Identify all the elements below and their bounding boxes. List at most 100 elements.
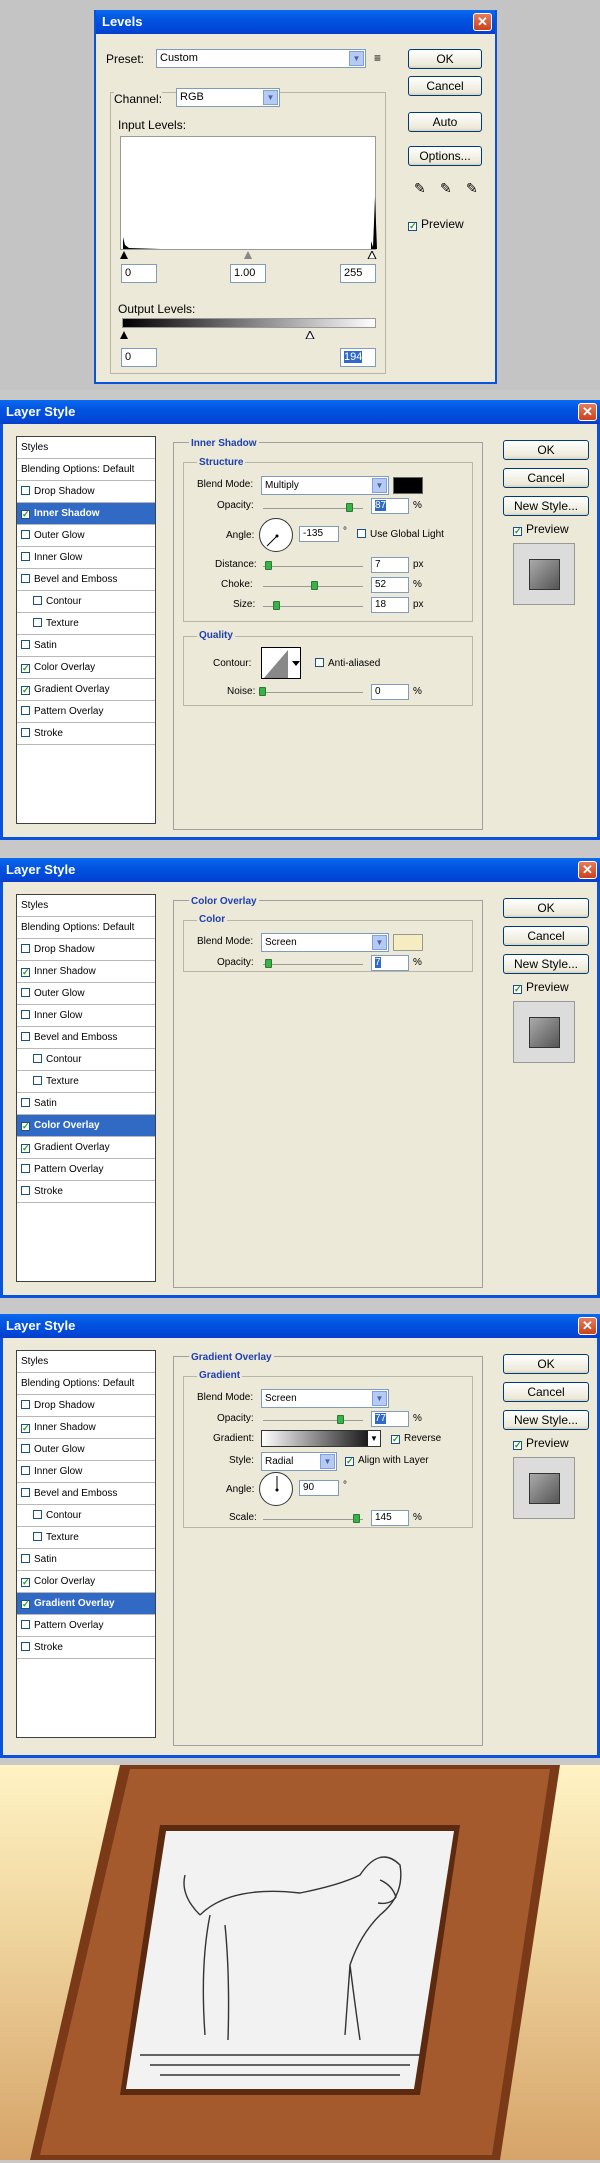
cancel-button[interactable]: Cancel <box>503 468 589 488</box>
opacity-slider-thumb[interactable] <box>337 1415 344 1424</box>
list-item[interactable]: Stroke <box>17 1181 155 1203</box>
checkbox-icon[interactable] <box>33 1054 42 1063</box>
opacity-slider[interactable] <box>263 1420 363 1421</box>
input-slider[interactable] <box>120 249 377 260</box>
noise-slider[interactable] <box>263 692 363 693</box>
eyedropper-black-icon[interactable]: ✎ <box>414 180 426 197</box>
style-select[interactable]: Radial ▼ <box>261 1452 337 1471</box>
preview-checkbox[interactable]: ✓ Preview <box>513 1436 569 1450</box>
checkbox-icon[interactable] <box>21 1098 30 1107</box>
checkbox-icon[interactable] <box>21 486 30 495</box>
checkbox-icon[interactable] <box>21 574 30 583</box>
checkbox-icon[interactable] <box>33 618 42 627</box>
list-item-selected[interactable]: ✓ Gradient Overlay <box>17 1593 155 1615</box>
opacity-field[interactable]: 7 <box>371 955 409 971</box>
list-item[interactable]: Bevel and Emboss <box>17 569 155 591</box>
ok-button[interactable]: OK <box>503 1354 589 1374</box>
shadow-color-swatch[interactable] <box>393 477 423 494</box>
list-item[interactable]: Styles <box>17 895 155 917</box>
overlay-color-swatch[interactable] <box>393 934 423 951</box>
list-item[interactable]: Outer Glow <box>17 1439 155 1461</box>
list-item[interactable]: Drop Shadow <box>17 1395 155 1417</box>
checkbox-icon[interactable] <box>21 640 30 649</box>
list-item[interactable]: Bevel and Emboss <box>17 1483 155 1505</box>
channel-select[interactable]: RGB ▼ <box>176 88 280 107</box>
distance-slider-thumb[interactable] <box>265 561 272 570</box>
close-icon[interactable]: ✕ <box>578 1317 597 1335</box>
list-item[interactable]: ✓ Color Overlay <box>17 1571 155 1593</box>
size-slider-thumb[interactable] <box>273 601 280 610</box>
checkbox-icon[interactable] <box>21 552 30 561</box>
list-item[interactable]: Contour <box>17 1505 155 1527</box>
global-light-checkbox[interactable]: Use Global Light <box>357 529 444 540</box>
auto-button[interactable]: Auto <box>408 112 482 132</box>
noise-field[interactable]: 0 <box>371 684 409 700</box>
list-item[interactable]: Inner Glow <box>17 1461 155 1483</box>
list-item[interactable]: Stroke <box>17 1637 155 1659</box>
list-item[interactable]: Stroke <box>17 723 155 745</box>
checkbox-icon[interactable] <box>33 1532 42 1541</box>
cancel-button[interactable]: Cancel <box>503 1382 589 1402</box>
list-item[interactable]: Texture <box>17 1071 155 1093</box>
preview-checkbox[interactable]: ✓ Preview <box>513 980 569 994</box>
reverse-checkbox[interactable]: ✓ Reverse <box>391 1433 441 1444</box>
eyedropper-gray-icon[interactable]: ✎ <box>440 180 452 197</box>
checkbox-icon[interactable] <box>21 1620 30 1629</box>
options-button[interactable]: Options... <box>408 146 482 166</box>
opacity-slider[interactable] <box>263 964 363 965</box>
list-item[interactable]: Texture <box>17 613 155 635</box>
antialiased-checkbox[interactable]: Anti-aliased <box>315 658 380 669</box>
checkbox-icon[interactable] <box>21 1554 30 1563</box>
checkbox-icon[interactable] <box>33 1076 42 1085</box>
list-item[interactable]: Inner Glow <box>17 547 155 569</box>
checkbox-icon[interactable] <box>21 728 30 737</box>
noise-slider-thumb[interactable] <box>259 687 266 696</box>
close-icon[interactable]: ✕ <box>578 861 597 879</box>
checkbox-icon[interactable] <box>21 988 30 997</box>
checkbox-icon[interactable] <box>21 706 30 715</box>
choke-field[interactable]: 52 <box>371 577 409 593</box>
cancel-button[interactable]: Cancel <box>503 926 589 946</box>
preset-select[interactable]: Custom ▼ <box>156 49 366 68</box>
align-layer-checkbox[interactable]: ✓ Align with Layer <box>345 1455 429 1466</box>
checkbox-icon[interactable]: ✓ <box>21 1424 30 1433</box>
checkbox-icon[interactable]: ✓ <box>21 1144 30 1153</box>
checkbox-icon[interactable]: ✓ <box>21 1122 30 1131</box>
opacity-slider-thumb[interactable] <box>265 959 272 968</box>
opacity-field[interactable]: 77 <box>371 1411 409 1427</box>
checkbox-icon[interactable]: ✓ <box>21 510 30 519</box>
checkbox-icon[interactable] <box>21 530 30 539</box>
list-item[interactable]: Contour <box>17 1049 155 1071</box>
ok-button[interactable]: OK <box>503 440 589 460</box>
close-icon[interactable]: ✕ <box>473 13 492 31</box>
list-item[interactable]: Bevel and Emboss <box>17 1027 155 1049</box>
input-gamma-field[interactable]: 1.00 <box>230 264 266 283</box>
new-style-button[interactable]: New Style... <box>503 954 589 974</box>
preview-checkbox[interactable]: ✓ Preview <box>513 522 569 536</box>
checkbox-icon[interactable] <box>21 1186 30 1195</box>
checkbox-icon[interactable] <box>21 1488 30 1497</box>
list-item[interactable]: ✓ Color Overlay <box>17 657 155 679</box>
choke-slider-thumb[interactable] <box>311 581 318 590</box>
checkbox-icon[interactable] <box>33 596 42 605</box>
list-item[interactable]: Drop Shadow <box>17 481 155 503</box>
checkbox-icon[interactable] <box>21 944 30 953</box>
input-white-field[interactable]: 255 <box>340 264 376 283</box>
angle-field[interactable]: 90 <box>299 1480 339 1496</box>
list-item[interactable]: Satin <box>17 1093 155 1115</box>
scale-field[interactable]: 145 <box>371 1510 409 1526</box>
new-style-button[interactable]: New Style... <box>503 496 589 516</box>
list-item[interactable]: Drop Shadow <box>17 939 155 961</box>
list-item[interactable]: ✓ Gradient Overlay <box>17 679 155 701</box>
scale-slider[interactable] <box>263 1519 363 1520</box>
checkbox-icon[interactable]: ✓ <box>21 664 30 673</box>
checkbox-icon[interactable] <box>21 1010 30 1019</box>
size-field[interactable]: 18 <box>371 597 409 613</box>
new-style-button[interactable]: New Style... <box>503 1410 589 1430</box>
list-item-selected[interactable]: ✓ Color Overlay <box>17 1115 155 1137</box>
list-item[interactable]: Blending Options: Default <box>17 459 155 481</box>
list-item[interactable]: Outer Glow <box>17 525 155 547</box>
output-black-field[interactable]: 0 <box>121 348 157 367</box>
blend-mode-select[interactable]: Multiply ▼ <box>261 476 389 495</box>
angle-field[interactable]: -135 <box>299 526 339 542</box>
